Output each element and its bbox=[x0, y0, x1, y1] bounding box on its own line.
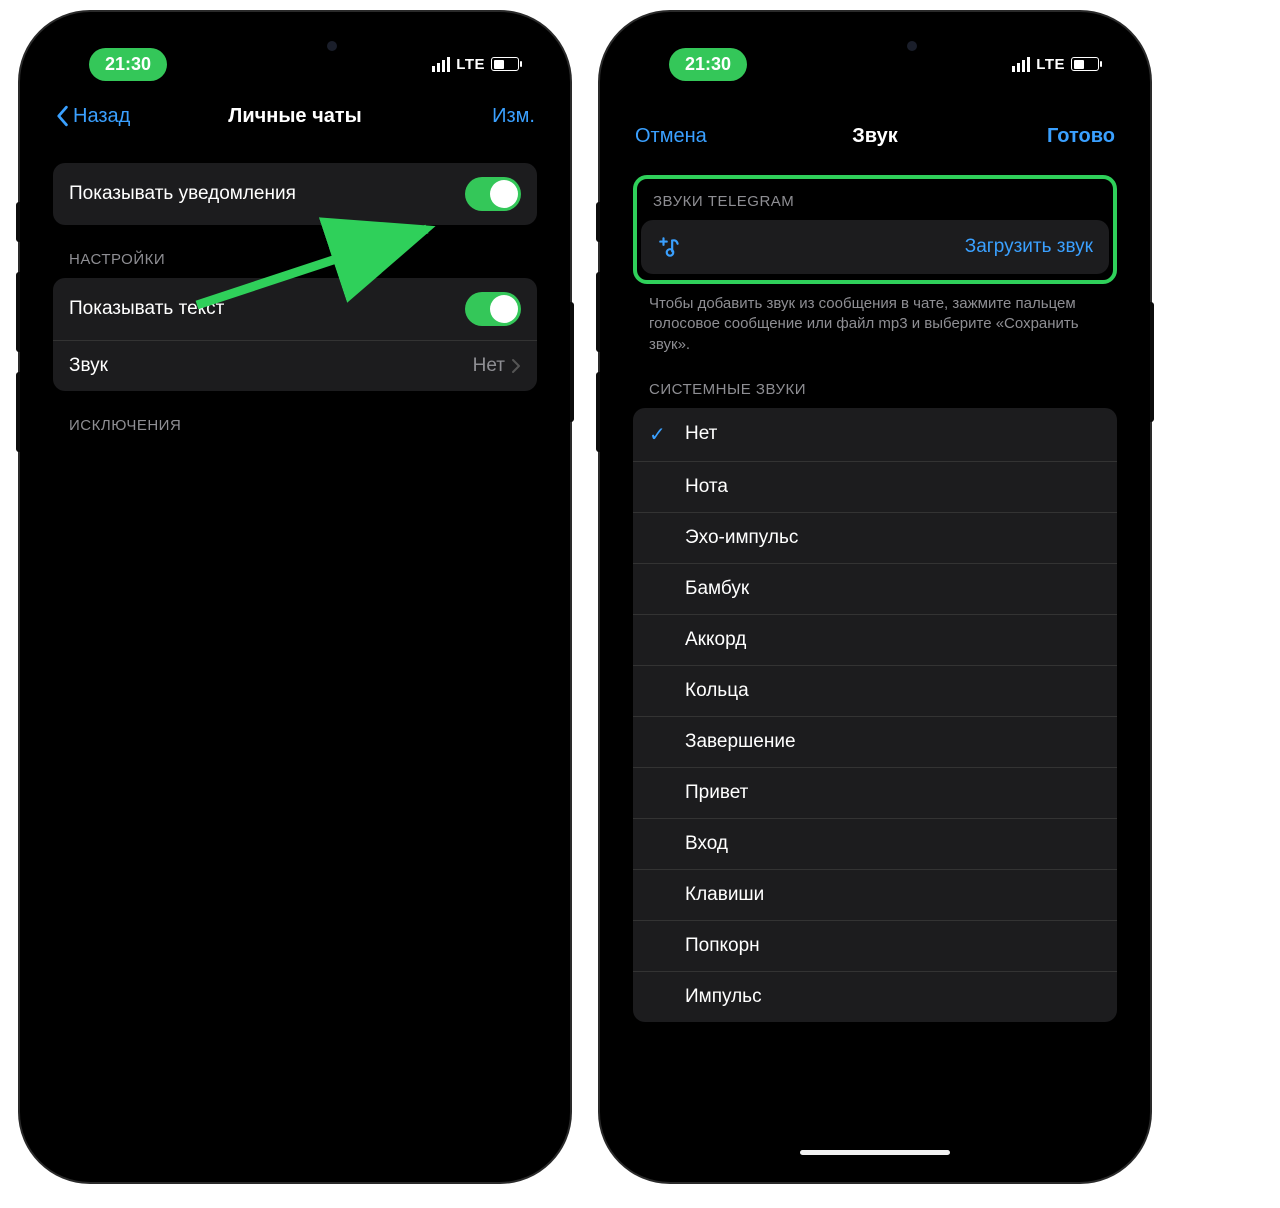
sound-option[interactable]: Эхо-импульс bbox=[633, 513, 1117, 564]
exceptions-header: ИСКЛЮЧЕНИЯ bbox=[53, 391, 537, 444]
show-notifications-toggle[interactable] bbox=[465, 177, 521, 211]
sound-option-label: Нет bbox=[685, 423, 717, 445]
sound-label: Звук bbox=[69, 355, 108, 377]
sound-option[interactable]: Нота bbox=[633, 462, 1117, 513]
network-label: LTE bbox=[1036, 56, 1065, 73]
signal-icon bbox=[1012, 57, 1030, 72]
notifications-group: Показывать уведомления bbox=[53, 163, 537, 225]
home-indicator[interactable] bbox=[800, 1150, 950, 1155]
show-text-label: Показывать текст bbox=[69, 298, 224, 320]
plus-note-icon bbox=[657, 234, 683, 260]
content-left: Показывать уведомления НАСТРОЙКИ Показыв… bbox=[37, 143, 553, 1165]
sound-option-label: Привет bbox=[685, 782, 748, 804]
highlight-annotation: ЗВУКИ TELEGRAM Загрузить звук bbox=[633, 175, 1117, 284]
phone-side-button bbox=[16, 272, 20, 352]
notch bbox=[205, 29, 385, 63]
phone-side-button bbox=[596, 372, 600, 452]
status-time: 21:30 bbox=[89, 48, 167, 81]
sound-option[interactable]: ✓Нет bbox=[633, 408, 1117, 462]
sound-option[interactable]: Попкорн bbox=[633, 921, 1117, 972]
cancel-label: Отмена bbox=[635, 125, 707, 148]
sound-option[interactable]: Привет bbox=[633, 768, 1117, 819]
show-notifications-row[interactable]: Показывать уведомления bbox=[53, 163, 537, 225]
nav-bar: Отмена Звук Готово bbox=[617, 109, 1133, 163]
screen-left: 21:30 LTE Назад Личные чаты Изм. bbox=[37, 29, 553, 1165]
sound-option-label: Кольца bbox=[685, 680, 749, 702]
phone-side-button bbox=[596, 202, 600, 242]
edit-button[interactable]: Изм. bbox=[455, 105, 535, 128]
settings-group: Показывать текст Звук Нет bbox=[53, 278, 537, 391]
sound-option-label: Эхо-импульс bbox=[685, 527, 798, 549]
notch bbox=[785, 29, 965, 63]
upload-sound-row[interactable]: Загрузить звук bbox=[641, 220, 1109, 274]
phone-right: 21:30 LTE Отмена Звук Готово ЗВУКИ TELEG… bbox=[600, 12, 1150, 1182]
settings-header: НАСТРОЙКИ bbox=[53, 225, 537, 278]
status-time: 21:30 bbox=[669, 48, 747, 81]
status-right: LTE bbox=[432, 56, 519, 73]
upload-footer: Чтобы добавить звук из сообщения в чате,… bbox=[633, 284, 1117, 355]
nav-bar: Назад Личные чаты Изм. bbox=[37, 89, 553, 143]
phone-side-button bbox=[596, 272, 600, 352]
sound-option-label: Импульс bbox=[685, 986, 762, 1008]
phone-side-button bbox=[16, 202, 20, 242]
sound-option-label: Попкорн bbox=[685, 935, 760, 957]
system-sounds-header: СИСТЕМНЫЕ ЗВУКИ bbox=[633, 355, 1117, 408]
battery-icon bbox=[491, 57, 519, 71]
chevron-left-icon bbox=[55, 105, 69, 127]
phone-side-button bbox=[570, 302, 574, 422]
sound-option-label: Клавиши bbox=[685, 884, 764, 906]
back-label: Назад bbox=[73, 105, 130, 128]
screen-right: 21:30 LTE Отмена Звук Готово ЗВУКИ TELEG… bbox=[617, 29, 1133, 1165]
back-button[interactable]: Назад bbox=[55, 105, 165, 128]
network-label: LTE bbox=[456, 56, 485, 73]
phone-left: 21:30 LTE Назад Личные чаты Изм. bbox=[20, 12, 570, 1182]
sound-option-label: Бамбук bbox=[685, 578, 749, 600]
show-text-row[interactable]: Показывать текст bbox=[53, 278, 537, 341]
upload-sound-label: Загрузить звук bbox=[965, 236, 1093, 258]
signal-icon bbox=[432, 57, 450, 72]
checkmark-icon: ✓ bbox=[649, 422, 685, 447]
sound-option[interactable]: Бамбук bbox=[633, 564, 1117, 615]
cancel-button[interactable]: Отмена bbox=[635, 125, 745, 148]
content-right: ЗВУКИ TELEGRAM Загрузить звук bbox=[617, 163, 1133, 1165]
show-text-toggle[interactable] bbox=[465, 292, 521, 326]
status-right: LTE bbox=[1012, 56, 1099, 73]
sound-option[interactable]: Клавиши bbox=[633, 870, 1117, 921]
sound-option[interactable]: Завершение bbox=[633, 717, 1117, 768]
battery-icon bbox=[1071, 57, 1099, 71]
sound-row[interactable]: Звук Нет bbox=[53, 341, 537, 391]
show-notifications-label: Показывать уведомления bbox=[69, 183, 296, 205]
phone-side-button bbox=[16, 372, 20, 452]
sound-option[interactable]: Аккорд bbox=[633, 615, 1117, 666]
sound-option[interactable]: Вход bbox=[633, 819, 1117, 870]
sound-option[interactable]: Импульс bbox=[633, 972, 1117, 1022]
telegram-sounds-header: ЗВУКИ TELEGRAM bbox=[637, 179, 1113, 220]
sound-option[interactable]: Кольца bbox=[633, 666, 1117, 717]
done-button[interactable]: Готово bbox=[1035, 125, 1115, 148]
sound-option-label: Нота bbox=[685, 476, 728, 498]
sound-option-label: Завершение bbox=[685, 731, 796, 753]
phone-side-button bbox=[1150, 302, 1154, 422]
system-sounds-list: ✓Нет Нота Эхо-импульс Бамбук Аккорд Кольца Зав… bbox=[633, 408, 1117, 1022]
sound-option-label: Аккорд bbox=[685, 629, 746, 651]
chevron-right-icon bbox=[511, 358, 521, 374]
sound-value: Нет bbox=[473, 355, 505, 377]
sound-option-label: Вход bbox=[685, 833, 728, 855]
telegram-sounds-group: Загрузить звук bbox=[641, 220, 1109, 274]
